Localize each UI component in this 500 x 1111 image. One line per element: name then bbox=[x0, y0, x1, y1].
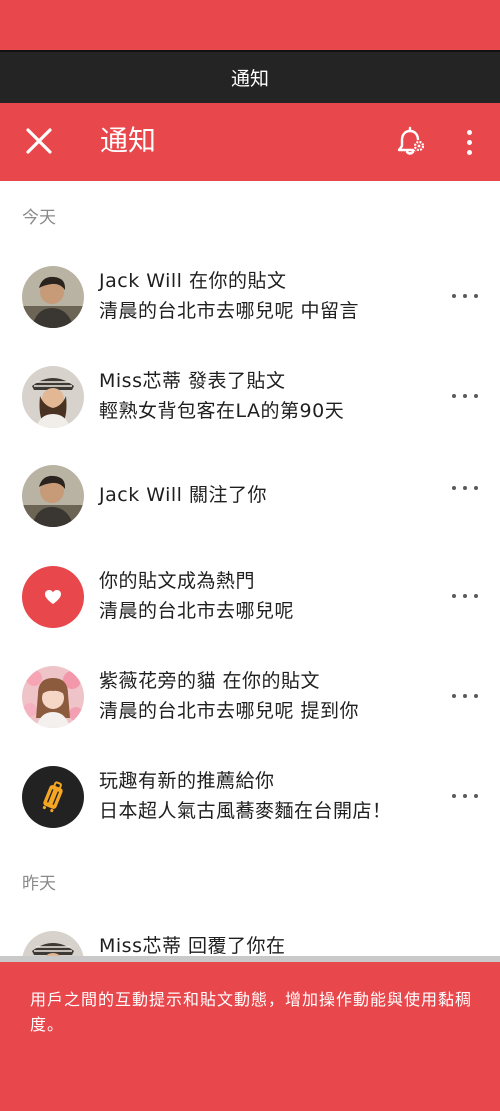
more-horizontal-icon bbox=[452, 594, 456, 598]
more-horizontal-icon bbox=[452, 794, 456, 798]
avatar bbox=[22, 266, 84, 328]
list-item[interactable]: 你的貼文成為熱門 清晨的台北市去哪兒呢 bbox=[0, 566, 500, 656]
notification-detail: 清晨的台北市去哪兒呢 提到你 bbox=[99, 700, 360, 722]
list-item[interactable]: Jack Will 關注了你 bbox=[0, 465, 500, 555]
page-title: 通知 bbox=[100, 124, 157, 157]
notification-title: 你的貼文成為熱門 bbox=[99, 570, 256, 592]
luggage-icon bbox=[42, 781, 63, 813]
more-horizontal-icon bbox=[452, 694, 456, 698]
section-header-yesterday: 昨天 bbox=[22, 874, 56, 894]
avatar bbox=[22, 366, 84, 428]
item-more-button[interactable] bbox=[452, 691, 478, 701]
app-bar: 通知 bbox=[0, 103, 500, 181]
notification-title: 玩趣有新的推薦給你 bbox=[99, 770, 275, 792]
notification-detail: 輕熟女背包客在LA的第90天 bbox=[99, 400, 345, 422]
notification-title: Miss芯蒂 回覆了你在 bbox=[99, 935, 286, 957]
list-item[interactable]: 玩趣有新的推薦給你 日本超人氣古風蕎麥麵在台開店！ bbox=[0, 766, 500, 856]
notification-detail: 清晨的台北市去哪兒呢 bbox=[99, 600, 295, 622]
top-banner bbox=[0, 0, 500, 50]
more-horizontal-icon bbox=[452, 294, 456, 298]
notification-title: Jack Will 關注了你 bbox=[99, 484, 267, 506]
item-more-button[interactable] bbox=[452, 391, 478, 401]
notification-title: Miss芯蒂 發表了貼文 bbox=[99, 370, 286, 392]
close-button[interactable] bbox=[20, 122, 58, 160]
status-bar: 通知 bbox=[0, 50, 500, 103]
notification-title: Jack Will 在你的貼文 bbox=[99, 270, 287, 292]
caption-text: 用戶之間的互動提示和貼文動態，增加操作動能與使用黏稠度。 bbox=[30, 990, 473, 1034]
item-more-button[interactable] bbox=[452, 591, 478, 601]
more-horizontal-icon bbox=[452, 486, 456, 490]
list-item[interactable]: Miss芯蒂 回覆了你在 bbox=[0, 931, 500, 958]
heart-icon bbox=[45, 590, 61, 604]
avatar bbox=[22, 666, 84, 728]
bell-settings-icon bbox=[397, 126, 425, 155]
notification-detail: 日本超人氣古風蕎麥麵在台開店！ bbox=[99, 800, 392, 822]
status-bar-title: 通知 bbox=[230, 68, 269, 90]
notification-title: 紫薇花旁的貓 在你的貼文 bbox=[99, 670, 321, 692]
caption-panel: 用戶之間的互動提示和貼文動態，增加操作動能與使用黏稠度。 bbox=[0, 962, 500, 1111]
notification-settings-button[interactable] bbox=[394, 125, 428, 159]
more-options-button[interactable] bbox=[456, 125, 482, 159]
more-vertical-icon bbox=[466, 129, 472, 135]
item-more-button[interactable] bbox=[452, 483, 478, 493]
list-item[interactable]: Miss芯蒂 發表了貼文 輕熟女背包客在LA的第90天 bbox=[0, 366, 500, 456]
avatar bbox=[22, 566, 84, 628]
close-icon bbox=[26, 128, 52, 154]
avatar bbox=[22, 465, 84, 527]
avatar bbox=[22, 766, 84, 828]
notification-list[interactable]: 今天 Jack Will 在你的貼文 清晨的台北市去哪兒呢 中留言 Miss芯蒂… bbox=[0, 181, 500, 958]
more-horizontal-icon bbox=[452, 394, 456, 398]
section-header-today: 今天 bbox=[22, 208, 56, 228]
avatar bbox=[22, 931, 84, 958]
notification-detail: 清晨的台北市去哪兒呢 中留言 bbox=[99, 300, 360, 322]
item-more-button[interactable] bbox=[452, 291, 478, 301]
list-item[interactable]: 紫薇花旁的貓 在你的貼文 清晨的台北市去哪兒呢 提到你 bbox=[0, 666, 500, 756]
list-item[interactable]: Jack Will 在你的貼文 清晨的台北市去哪兒呢 中留言 bbox=[0, 266, 500, 356]
item-more-button[interactable] bbox=[452, 791, 478, 801]
